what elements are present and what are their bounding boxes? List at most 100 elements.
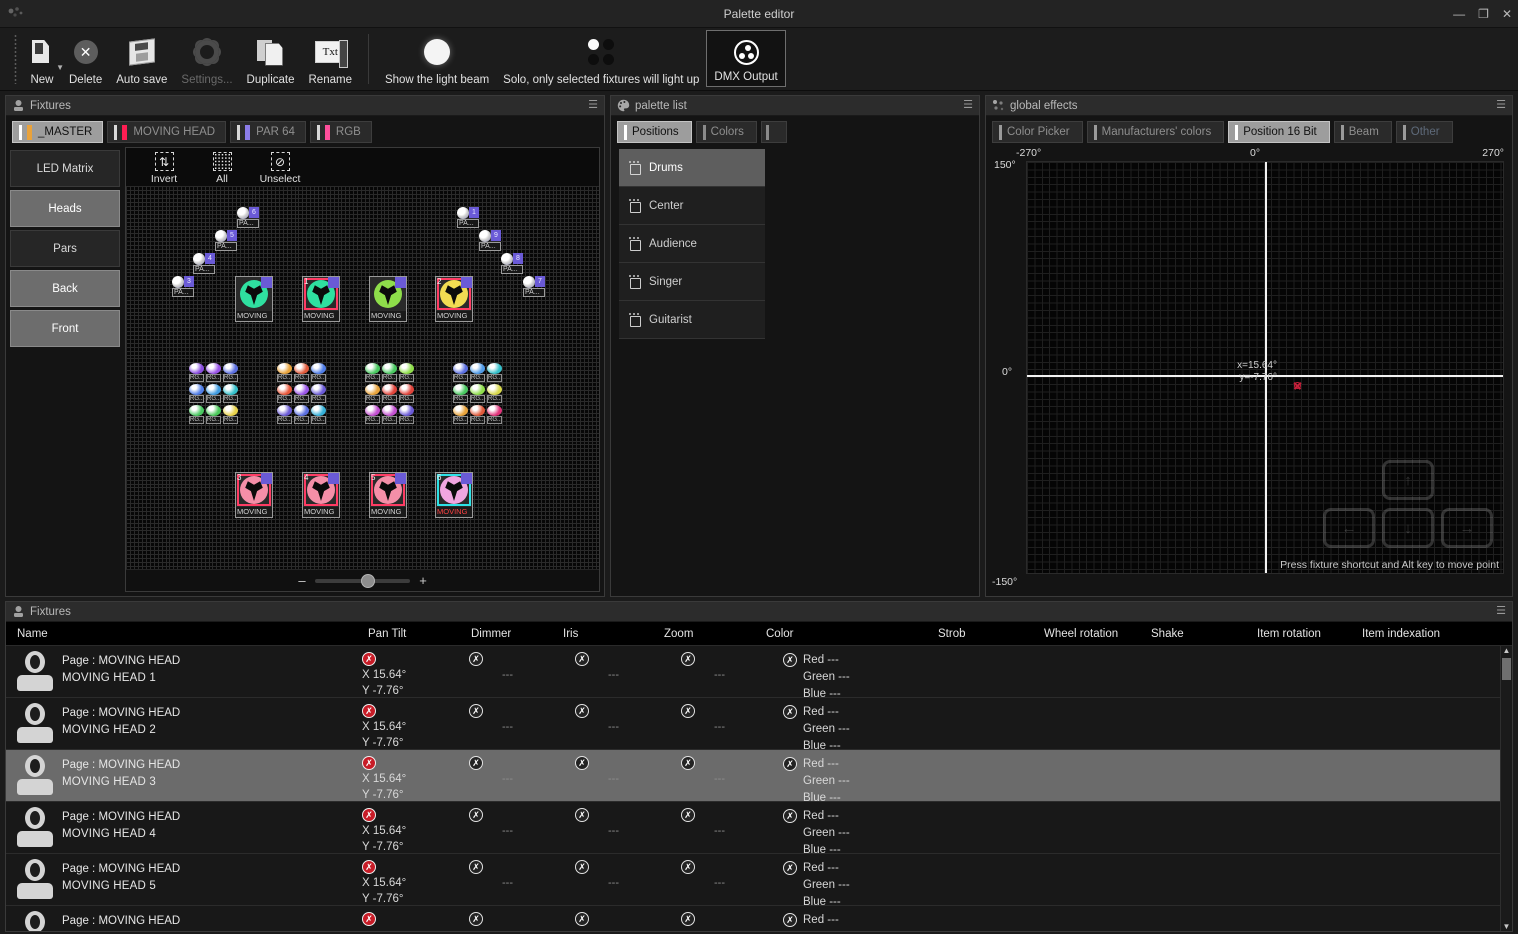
rgb-cell[interactable]: RG... bbox=[311, 405, 326, 425]
pan-tilt-cell[interactable]: ✗ bbox=[362, 906, 469, 927]
zoom-channel-icon[interactable]: ✗ bbox=[681, 652, 695, 666]
position-grid[interactable]: x=15.64° y=-7.76° ↑ ← ↓ → Press fixture … bbox=[1026, 161, 1504, 574]
rgb-cell[interactable]: RG... bbox=[382, 384, 397, 404]
dimmer-channel-icon[interactable]: ✗ bbox=[469, 704, 483, 718]
tab-rgb[interactable]: RGB bbox=[310, 121, 372, 143]
rgb-matrix-group[interactable]: RG...RG...RG...RG...RG...RG...RG...RG...… bbox=[277, 363, 327, 425]
pan-tilt-cell[interactable]: ✗X 15.64°Y -7.76° bbox=[362, 750, 469, 803]
col-dimmer[interactable]: Dimmer bbox=[471, 628, 563, 640]
rename-button[interactable]: Txt Rename bbox=[302, 28, 359, 89]
rgb-cell[interactable]: RG... bbox=[365, 384, 380, 404]
rgb-cell[interactable]: RG... bbox=[189, 405, 204, 425]
item-rotation-cell[interactable] bbox=[1282, 750, 1387, 756]
zoom-out-button[interactable]: – bbox=[296, 573, 308, 588]
iris-channel-icon[interactable]: ✗ bbox=[575, 860, 589, 874]
unselect-button[interactable]: ⊘ Unselect bbox=[256, 152, 304, 185]
dimmer-cell[interactable]: ✗ bbox=[469, 906, 575, 929]
moving-head-fixture[interactable]: MOVING ... bbox=[369, 276, 407, 322]
par-fixture[interactable]: 4PA... bbox=[193, 253, 215, 275]
show-light-beam-toggle[interactable]: Show the light beam bbox=[378, 28, 496, 89]
close-button[interactable]: ✕ bbox=[1502, 8, 1512, 20]
dimmer-cell[interactable]: ✗--- bbox=[469, 750, 575, 785]
scroll-down-arrow[interactable]: ▼ bbox=[1501, 922, 1512, 931]
maximize-button[interactable]: ❐ bbox=[1478, 8, 1489, 20]
tab-position-16-bit[interactable]: Position 16 Bit bbox=[1228, 121, 1330, 143]
rgb-cell[interactable]: RG... bbox=[470, 384, 485, 404]
dimmer-cell[interactable]: ✗--- bbox=[469, 854, 575, 889]
item-indexation-cell[interactable] bbox=[1387, 802, 1507, 808]
wheel-rotation-cell[interactable] bbox=[1069, 750, 1176, 756]
color-channel-icon[interactable]: ✗ bbox=[783, 653, 797, 667]
rgb-cell[interactable]: RG... bbox=[399, 405, 414, 425]
duplicate-button[interactable]: Duplicate bbox=[240, 28, 302, 89]
col-pan-tilt[interactable]: Pan Tilt bbox=[368, 628, 471, 640]
zoom-cell[interactable]: ✗ bbox=[681, 906, 783, 929]
shake-cell[interactable] bbox=[1176, 906, 1282, 912]
rgb-cell[interactable]: RG... bbox=[470, 363, 485, 383]
tab-other[interactable]: Other bbox=[1396, 121, 1453, 143]
col-wheel-rotation[interactable]: Wheel rotation bbox=[1044, 628, 1151, 640]
item-indexation-cell[interactable] bbox=[1387, 698, 1507, 704]
color-cell[interactable]: ✗Red ---Green ---Blue --- bbox=[783, 698, 963, 755]
color-channel-icon[interactable]: ✗ bbox=[783, 809, 797, 823]
table-row[interactable]: Page : MOVING HEAD✗✗✗✗✗Red --- bbox=[6, 906, 1512, 931]
rgb-cell[interactable]: RG... bbox=[223, 405, 238, 425]
wheel-rotation-cell[interactable] bbox=[1069, 906, 1176, 912]
tab-par-64[interactable]: PAR 64 bbox=[230, 121, 306, 143]
shake-cell[interactable] bbox=[1176, 750, 1282, 756]
rgb-matrix-group[interactable]: RG...RG...RG...RG...RG...RG...RG...RG...… bbox=[453, 363, 503, 425]
zoom-channel-icon[interactable]: ✗ bbox=[681, 912, 695, 926]
color-channel-icon[interactable]: ✗ bbox=[783, 705, 797, 719]
panel-menu-icon[interactable]: ☰ bbox=[1496, 101, 1506, 110]
col-item-indexation[interactable]: Item indexation bbox=[1362, 628, 1482, 640]
col-shake[interactable]: Shake bbox=[1151, 628, 1257, 640]
pan-tilt-channel-icon[interactable]: ✗ bbox=[362, 808, 376, 822]
item-rotation-cell[interactable] bbox=[1282, 802, 1387, 808]
pan-tilt-cell[interactable]: ✗X 15.64°Y -7.76° bbox=[362, 802, 469, 855]
group-heads[interactable]: Heads bbox=[10, 190, 120, 227]
pan-tilt-channel-icon[interactable]: ✗ bbox=[362, 756, 376, 770]
rgb-cell[interactable]: RG... bbox=[365, 405, 380, 425]
col-zoom[interactable]: Zoom bbox=[664, 628, 766, 640]
rgb-cell[interactable]: RG... bbox=[294, 405, 309, 425]
rgb-cell[interactable]: RG... bbox=[223, 384, 238, 404]
iris-channel-icon[interactable]: ✗ bbox=[575, 652, 589, 666]
color-cell[interactable]: ✗Red ---Green ---Blue --- bbox=[783, 750, 963, 807]
dimmer-channel-icon[interactable]: ✗ bbox=[469, 756, 483, 770]
pan-tilt-channel-icon[interactable]: ✗ bbox=[362, 652, 376, 666]
rgb-cell[interactable]: RG... bbox=[453, 363, 468, 383]
rgb-cell[interactable]: RG... bbox=[223, 363, 238, 383]
par-fixture[interactable]: 3PA... bbox=[172, 276, 194, 298]
rgb-cell[interactable]: RG... bbox=[487, 363, 502, 383]
dimmer-channel-icon[interactable]: ✗ bbox=[469, 652, 483, 666]
zoom-channel-icon[interactable]: ✗ bbox=[681, 860, 695, 874]
group-led-matrix[interactable]: LED Matrix bbox=[10, 150, 120, 187]
rgb-cell[interactable]: RG... bbox=[311, 384, 326, 404]
new-button[interactable]: New ▼ bbox=[22, 28, 62, 89]
iris-cell[interactable]: ✗ bbox=[575, 906, 681, 929]
rgb-cell[interactable]: RG... bbox=[294, 384, 309, 404]
rgb-cell[interactable]: RG... bbox=[189, 363, 204, 383]
col-strob[interactable]: Strob bbox=[938, 628, 1044, 640]
strob-cell[interactable] bbox=[963, 698, 1069, 704]
strob-cell[interactable] bbox=[963, 854, 1069, 860]
tab-extra[interactable] bbox=[761, 121, 787, 143]
table-row[interactable]: Page : MOVING HEADMOVING HEAD 4✗X 15.64°… bbox=[6, 802, 1512, 854]
rgb-cell[interactable]: RG... bbox=[382, 405, 397, 425]
zoom-cell[interactable]: ✗--- bbox=[681, 698, 783, 733]
table-rows-container[interactable]: Page : MOVING HEADMOVING HEAD 1✗X 15.64°… bbox=[6, 646, 1512, 931]
shake-cell[interactable] bbox=[1176, 854, 1282, 860]
color-cell[interactable]: ✗Red --- bbox=[783, 906, 963, 929]
col-item-rotation[interactable]: Item rotation bbox=[1257, 628, 1362, 640]
tab-beam[interactable]: Beam bbox=[1334, 121, 1392, 143]
tab-colors[interactable]: Colors bbox=[696, 121, 757, 143]
color-channel-icon[interactable]: ✗ bbox=[783, 757, 797, 771]
rgb-cell[interactable]: RG... bbox=[206, 363, 221, 383]
item-indexation-cell[interactable] bbox=[1387, 646, 1507, 652]
tab-moving-head[interactable]: MOVING HEAD bbox=[107, 121, 226, 143]
dimmer-cell[interactable]: ✗--- bbox=[469, 698, 575, 733]
pan-tilt-cell[interactable]: ✗X 15.64°Y -7.76° bbox=[362, 854, 469, 907]
rgb-cell[interactable]: RG... bbox=[453, 384, 468, 404]
tab-positions[interactable]: Positions bbox=[617, 121, 692, 143]
par-fixture[interactable]: 5PA... bbox=[215, 230, 237, 252]
